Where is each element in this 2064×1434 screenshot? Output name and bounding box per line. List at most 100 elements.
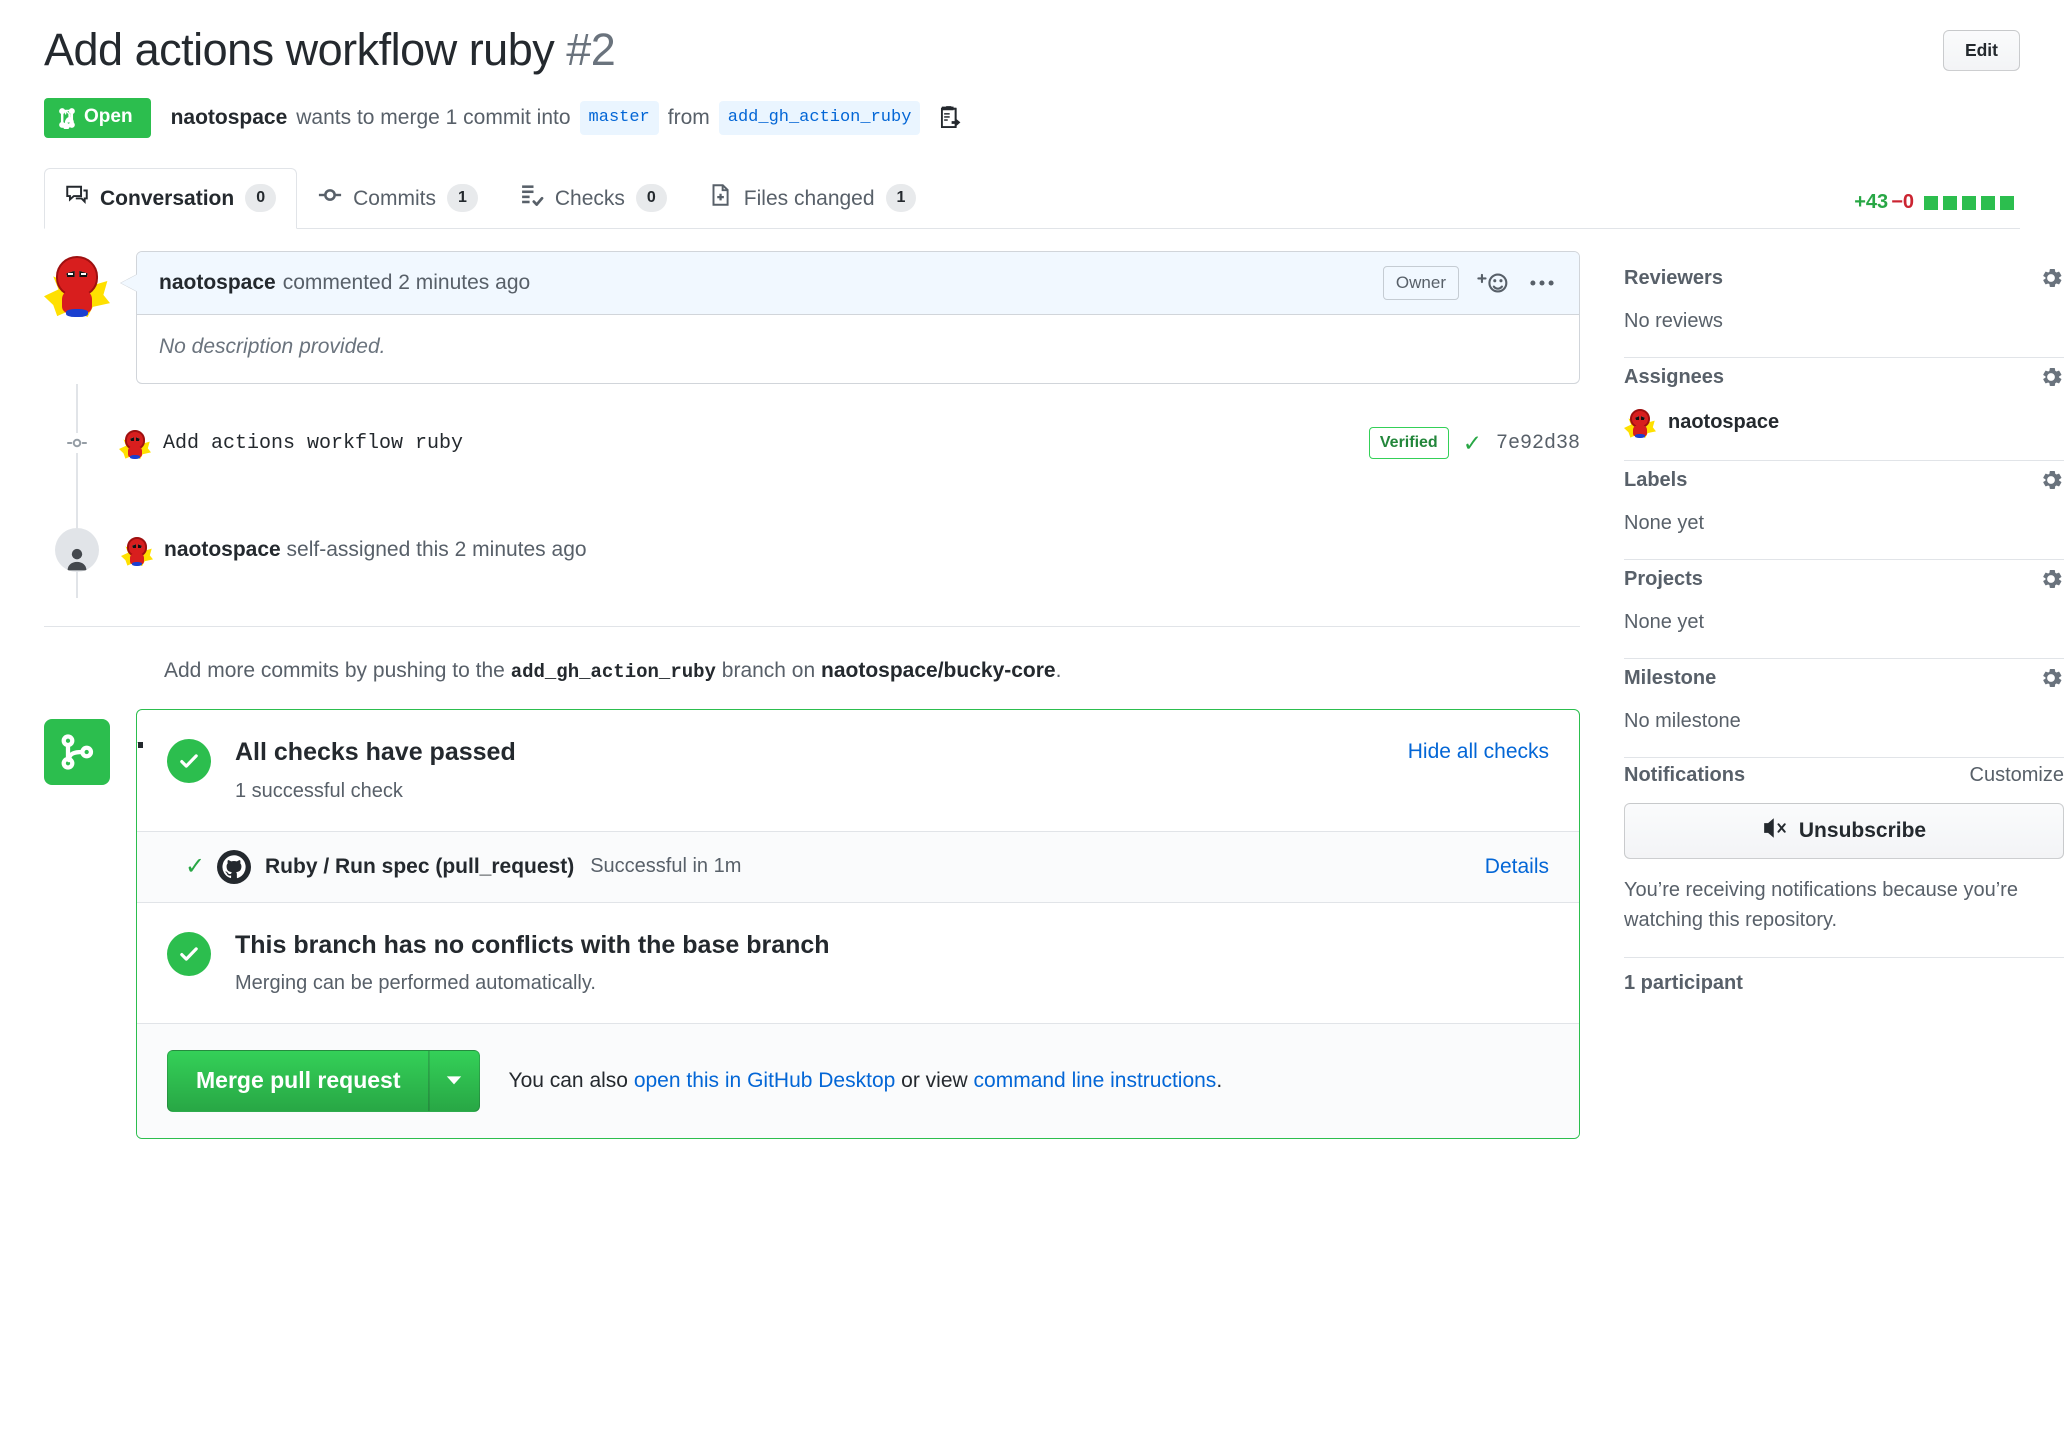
sidebar-section-assignees: Assignees naotospace [1624, 358, 2064, 462]
commit-row-content: Add actions workflow ruby Verified ✓ 7e9… [119, 427, 1580, 460]
comment-timeline-item: naotospace commented 2 minutes ago Owner [44, 251, 1580, 385]
merge-pull-request-button[interactable]: Merge pull request [167, 1050, 429, 1113]
customize-notifications-link[interactable]: Customize [1970, 764, 2064, 787]
merge-note-prefix: You can also [508, 1069, 628, 1093]
sidebar-section-milestone: Milestone No milestone [1624, 659, 2064, 759]
tab-conversation-label: Conversation [100, 186, 235, 210]
tab-commits-label: Commits [353, 186, 436, 210]
tab-files-changed[interactable]: Files changed 1 [688, 168, 938, 229]
event-author[interactable]: naotospace [164, 538, 281, 561]
commit-message[interactable]: Add actions workflow ruby [163, 432, 463, 455]
tab-files-changed-label: Files changed [743, 186, 875, 210]
tab-checks[interactable]: Checks 0 [499, 168, 688, 229]
git-commit-icon [67, 433, 87, 454]
sidebar: Reviewers No reviews Assignees naotospac… [1624, 251, 2064, 1139]
push-note-middle: branch on [721, 659, 816, 683]
assignees-title: Assignees [1624, 365, 1725, 388]
tab-commits[interactable]: Commits 1 [297, 168, 499, 229]
commit-meta: Verified ✓ 7e92d38 [1368, 427, 1580, 459]
check-run-name[interactable]: Ruby / Run spec (pull_request) [265, 855, 574, 879]
edit-button[interactable]: Edit [1942, 30, 2020, 71]
merge-box-wrapper: All checks have passed 1 successful chec… [44, 709, 1580, 1140]
timeline-event-row: naotospace self-assigned this 2 minutes … [44, 502, 1580, 598]
diffstat-added: +43 [1854, 191, 1889, 214]
gear-icon[interactable] [2038, 265, 2064, 291]
check-icon: ✓ [1462, 429, 1482, 456]
check-details-link[interactable]: Details [1485, 855, 1549, 879]
diffstat: +43 −0 [1854, 191, 2016, 214]
git-merge-icon [44, 719, 110, 786]
gear-icon[interactable] [2038, 364, 2064, 390]
avatar[interactable] [44, 251, 110, 318]
pr-tabnav: Conversation 0 Commits 1 Checks 0 Files … [44, 167, 2020, 230]
diffstat-block [1981, 195, 1995, 210]
command-line-instructions-link[interactable]: command line instructions [974, 1069, 1217, 1092]
projects-title: Projects [1624, 567, 1703, 590]
head-branch-chip[interactable]: add_gh_action_ruby [718, 100, 921, 135]
comment-author[interactable]: naotospace [159, 271, 276, 295]
diffstat-block [1924, 195, 1938, 210]
check-success-icon [167, 931, 211, 976]
pr-meta-from: from [667, 106, 710, 130]
push-note-repo: naotospace/bucky-core [821, 659, 1056, 683]
conflicts-subtitle: Merging can be performed automatically. [235, 972, 596, 995]
event-text: naotospace self-assigned this 2 minutes … [164, 538, 587, 562]
github-desktop-link[interactable]: open this in GitHub Desktop [634, 1069, 895, 1092]
pr-title-row: Add actions workflow ruby #2 [44, 24, 2020, 76]
pr-author[interactable]: naotospace [171, 103, 288, 132]
sidebar-section-projects: Projects None yet [1624, 560, 2064, 660]
github-actions-icon [217, 849, 251, 884]
kebab-horizontal-icon[interactable] [1527, 270, 1557, 296]
status-badge: Open [44, 97, 151, 138]
hide-all-checks-link[interactable]: Hide all checks [1408, 736, 1549, 764]
assignee-item[interactable]: naotospace [1624, 406, 2064, 439]
avatar[interactable] [121, 534, 153, 567]
sidebar-section-notifications: Notifications Customize Unsubscribe You’… [1624, 758, 2064, 959]
pr-meta: Open naotospace wants to merge 1 commit … [44, 97, 2020, 138]
comment-discussion-icon [65, 183, 89, 214]
unsubscribe-label: Unsubscribe [1798, 819, 1927, 843]
labels-title: Labels [1624, 468, 1688, 491]
commit-sha[interactable]: 7e92d38 [1496, 432, 1580, 455]
gear-icon[interactable] [2038, 467, 2064, 493]
tab-commits-count: 1 [446, 184, 478, 213]
pr-header: Add actions workflow ruby #2 Edit Open n [44, 0, 2020, 138]
pr-meta-text: naotospace wants to merge 1 commit into … [171, 100, 963, 135]
status-badge-label: Open [84, 106, 133, 128]
event-action: self-assigned this [286, 538, 449, 562]
pr-body: naotospace commented 2 minutes ago Owner [44, 251, 2064, 1140]
gear-icon[interactable] [2038, 665, 2064, 691]
base-branch-chip[interactable]: master [579, 100, 659, 135]
page-title: Add actions workflow ruby #2 [44, 24, 616, 76]
triangle-down-icon [445, 1071, 463, 1092]
tab-conversation-count: 0 [245, 184, 277, 213]
merge-note-middle: or view [901, 1069, 968, 1093]
reviewers-empty: No reviews [1624, 310, 1723, 333]
pr-meta-prefix: wants to merge 1 commit into [296, 106, 571, 130]
sidebar-section-reviewers: Reviewers No reviews [1624, 259, 2064, 359]
copy-branch-icon[interactable] [938, 105, 962, 131]
labels-empty: None yet [1624, 512, 1705, 535]
file-diff-icon [709, 183, 733, 214]
timeline: Add actions workflow ruby Verified ✓ 7e9… [44, 384, 1580, 599]
push-note-prefix: Add more commits by pushing to the [164, 659, 505, 683]
merge-note: You can also open this in GitHub Desktop… [508, 1069, 1222, 1093]
conflicts-summary: This branch has no conflicts with the ba… [137, 903, 1579, 1024]
diffstat-deleted: −0 [1891, 191, 1914, 214]
add-reaction-icon[interactable] [1476, 270, 1510, 296]
tab-checks-count: 0 [635, 184, 667, 213]
event-timestamp: 2 minutes ago [454, 538, 587, 562]
reviewers-title: Reviewers [1624, 266, 1723, 289]
gear-icon[interactable] [2038, 566, 2064, 592]
check-run-row: ✓ Ruby / Run spec (pull_request) Success… [137, 830, 1579, 903]
tab-conversation[interactable]: Conversation 0 [44, 167, 298, 230]
merge-dropdown-button[interactable] [428, 1050, 481, 1113]
avatar[interactable] [119, 427, 151, 460]
event-row-content: naotospace self-assigned this 2 minutes … [121, 534, 1580, 567]
milestone-empty: No milestone [1624, 710, 1741, 733]
unsubscribe-button[interactable]: Unsubscribe [1624, 803, 2064, 860]
diffstat-block [1943, 195, 1957, 210]
person-icon [55, 528, 99, 573]
conversation-column: naotospace commented 2 minutes ago Owner [44, 251, 1580, 1140]
tab-checks-label: Checks [554, 186, 625, 210]
